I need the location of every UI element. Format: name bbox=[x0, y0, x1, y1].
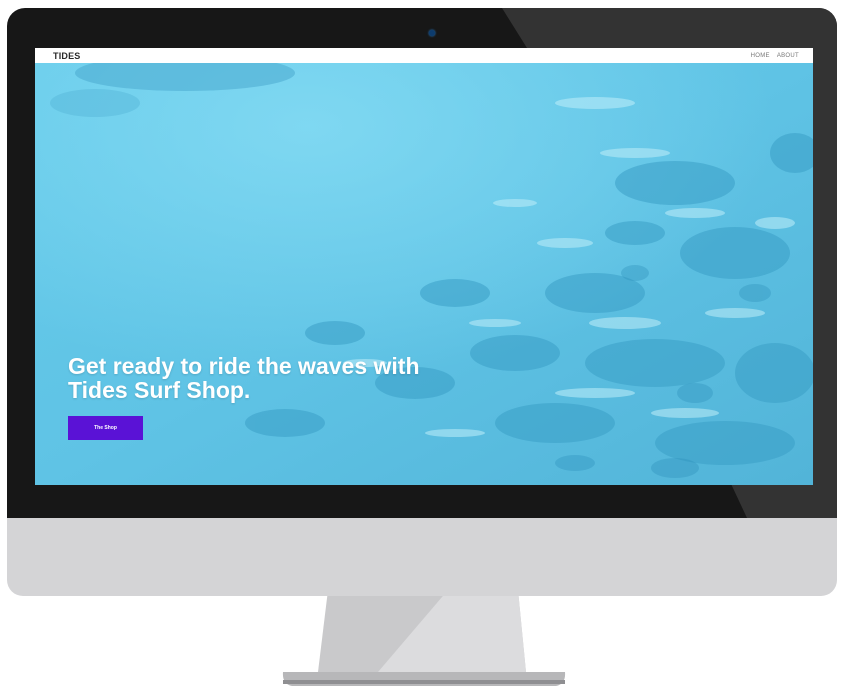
site-logo[interactable]: TIDES bbox=[53, 51, 81, 61]
site-navbar: TIDES HOME ABOUT bbox=[35, 48, 813, 63]
nav-about-link[interactable]: ABOUT bbox=[777, 53, 799, 59]
hero-headline: Get ready to ride the waves with Tides S… bbox=[68, 354, 488, 402]
nav-home-link[interactable]: HOME bbox=[751, 53, 770, 59]
ocean-background-image bbox=[35, 63, 813, 485]
monitor-mockup: TIDES HOME ABOUT Get ready to ride the w… bbox=[0, 0, 842, 686]
nav-links: HOME ABOUT bbox=[751, 53, 799, 59]
hero-headline-line2: Tides Surf Shop. bbox=[68, 377, 251, 403]
shop-button[interactable]: The Shop bbox=[68, 416, 143, 440]
website-screen: TIDES HOME ABOUT Get ready to ride the w… bbox=[35, 48, 813, 485]
hero-headline-line1: Get ready to ride the waves with bbox=[68, 353, 420, 379]
camera-icon bbox=[429, 30, 435, 36]
monitor-chin bbox=[7, 518, 837, 596]
